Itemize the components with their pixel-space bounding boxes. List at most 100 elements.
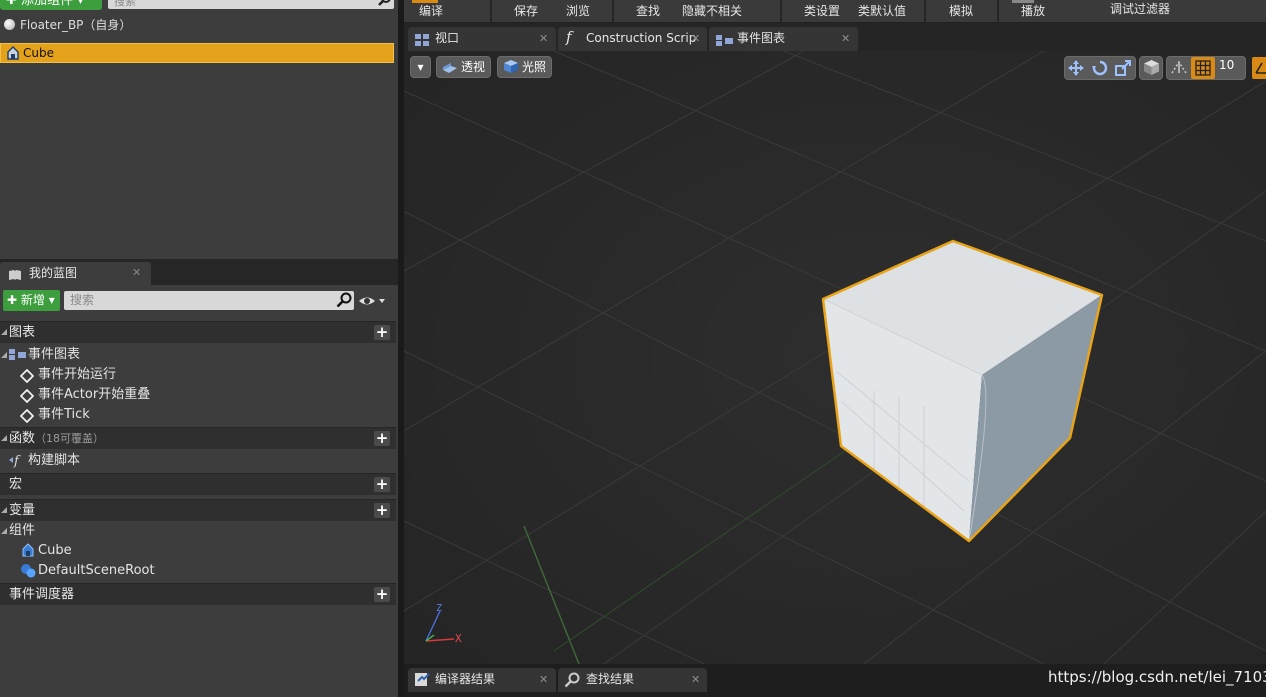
rotate-icon[interactable]	[1091, 59, 1109, 80]
find-results-icon	[564, 672, 580, 696]
component-variable-item[interactable]: Cube	[0, 541, 396, 561]
blueprint-search-input[interactable]: 搜索	[64, 291, 354, 310]
category-macros[interactable]: 宏 +	[0, 473, 396, 495]
event-item[interactable]: 事件Actor开始重叠	[0, 385, 396, 405]
compile-button[interactable]: 编译	[419, 2, 443, 19]
components-label: 组件	[9, 523, 36, 538]
world-local-toggle[interactable]	[1139, 56, 1163, 80]
svg-text:f: f	[13, 454, 21, 468]
scene-component-icon	[20, 563, 36, 585]
chevron-down-icon: ▾	[417, 60, 424, 74]
surface-snap-icon[interactable]	[1170, 59, 1188, 80]
close-icon[interactable]: ✕	[539, 27, 548, 50]
category-label: 变量	[9, 503, 36, 518]
world-cube-icon	[1143, 59, 1160, 79]
perspective-icon	[442, 60, 458, 80]
add-variable-button[interactable]: +	[374, 503, 390, 518]
rotation-snap-toggle[interactable]	[1252, 57, 1266, 79]
toolbar-divider	[612, 0, 614, 22]
close-icon[interactable]: ✕	[691, 668, 700, 691]
category-label: 函数	[9, 431, 36, 446]
event-graph-item[interactable]: 事件图表	[0, 345, 396, 365]
axis-x-label: X	[455, 632, 462, 645]
perspective-button[interactable]: 透视	[436, 56, 491, 78]
compiler-results-icon	[414, 672, 430, 695]
close-icon[interactable]: ✕	[539, 668, 548, 691]
category-event-dispatchers[interactable]: 事件调度器 +	[0, 583, 396, 605]
event-item[interactable]: 事件Tick	[0, 405, 396, 425]
class-defaults-button[interactable]: 类默认值	[858, 2, 906, 19]
hide-unrelated-button[interactable]: 隐藏不相关	[682, 2, 742, 19]
component-variable-item[interactable]: DefaultSceneRoot	[0, 561, 396, 581]
tab-construction-script[interactable]: f Construction Scrip ✕	[558, 27, 707, 51]
expand-triangle-icon[interactable]	[1, 507, 7, 513]
scale-icon[interactable]	[1114, 59, 1132, 80]
expand-triangle-icon[interactable]	[1, 329, 7, 335]
angle-icon	[1254, 61, 1266, 78]
grid-snap-value[interactable]: 10	[1219, 58, 1234, 72]
close-icon[interactable]: ✕	[132, 262, 141, 284]
category-variables[interactable]: 变量 +	[0, 499, 396, 521]
add-macro-button[interactable]: +	[374, 477, 390, 492]
category-graphs[interactable]: 图表 +	[0, 321, 396, 343]
construction-script-item[interactable]: f 构建脚本	[0, 451, 396, 471]
class-settings-button[interactable]: 类设置	[804, 2, 840, 19]
add-component-label: 添加组件	[21, 0, 74, 8]
add-dispatcher-button[interactable]: +	[374, 587, 390, 602]
component-tree-item-cube[interactable]: Cube	[0, 43, 394, 63]
lit-label: 光照	[522, 60, 547, 74]
category-functions[interactable]: 函数（18可覆盖） +	[0, 427, 396, 449]
search-icon[interactable]	[378, 0, 392, 9]
grid-snap-toggle[interactable]	[1191, 57, 1215, 79]
component-search-input[interactable]: 搜索	[108, 0, 394, 9]
expand-triangle-icon[interactable]	[1, 352, 7, 358]
close-icon[interactable]: ✕	[691, 27, 700, 50]
actor-root-icon	[4, 19, 15, 30]
static-mesh-icon	[5, 46, 21, 65]
category-label: 宏	[9, 477, 23, 492]
root-item-label: Floater_BP（自身）	[20, 18, 132, 32]
category-label: 事件调度器	[9, 587, 75, 602]
find-button[interactable]: 查找	[636, 2, 660, 19]
toolbar-divider	[924, 0, 926, 22]
add-function-button[interactable]: +	[374, 431, 390, 446]
3d-viewport[interactable]	[404, 51, 1266, 664]
watermark-text: https://blog.csdn.net/lei_7103	[1048, 668, 1266, 686]
translate-icon[interactable]	[1067, 59, 1085, 80]
expand-triangle-icon[interactable]	[1, 435, 7, 441]
tab-label: 查找结果	[586, 672, 635, 686]
tab-find-results[interactable]: 查找结果 ✕	[558, 668, 707, 692]
tab-event-graph[interactable]: 事件图表 ✕	[709, 27, 858, 51]
component-label: Cube	[38, 543, 72, 558]
perspective-label: 透视	[461, 60, 486, 74]
tab-my-blueprint[interactable]: 我的蓝图 ✕	[0, 262, 151, 285]
search-icon[interactable]	[336, 292, 352, 314]
event-item[interactable]: 事件开始运行	[0, 365, 396, 385]
book-icon	[8, 266, 22, 288]
component-tree-root[interactable]: Floater_BP（自身）	[4, 15, 131, 35]
browse-button[interactable]: 浏览	[566, 2, 590, 19]
add-new-button[interactable]: ✚ 新增 ▾	[3, 290, 60, 311]
components-subcategory[interactable]: 组件	[0, 521, 396, 541]
viewport-options-button[interactable]: ▾	[410, 56, 431, 78]
simulate-button[interactable]: 模拟	[949, 2, 973, 19]
search-placeholder: 搜索	[114, 0, 136, 8]
toolbar-divider	[490, 0, 492, 22]
event-graph-label: 事件图表	[28, 347, 81, 362]
view-options-eye-icon[interactable]	[358, 293, 388, 312]
function-icon: f	[8, 453, 26, 475]
viewport-icon	[415, 32, 429, 51]
expand-triangle-icon[interactable]	[1, 528, 7, 534]
tab-viewport[interactable]: 视口 ✕	[408, 27, 556, 51]
save-button[interactable]: 保存	[514, 2, 538, 19]
plus-icon: ✚	[6, 0, 17, 8]
close-icon[interactable]: ✕	[841, 27, 850, 50]
tab-label: 事件图表	[737, 31, 786, 45]
tab-compiler-results[interactable]: 编译器结果 ✕	[408, 668, 556, 692]
event-graph-icon	[716, 32, 733, 51]
chevron-down-icon: ▾	[77, 0, 84, 8]
add-component-button[interactable]: ✚ 添加组件 ▾	[0, 0, 102, 10]
lit-mode-button[interactable]: 光照	[497, 56, 552, 78]
add-graph-button[interactable]: +	[374, 325, 390, 340]
play-button[interactable]: 播放	[1021, 2, 1045, 19]
